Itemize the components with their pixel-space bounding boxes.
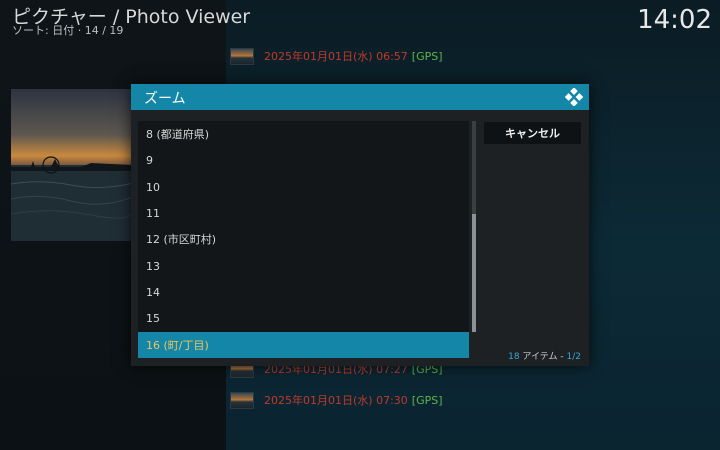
position-counter: 14 / 19 [84,24,124,37]
zoom-option[interactable]: 9 [138,147,469,173]
dialog-title: ズーム [144,91,186,107]
sort-info: ソート: 日付 · 14 / 19 [12,22,123,38]
item-count: 18 アイテム - 1/2 [508,349,581,362]
photo-date: 2025年01月01日(水) 06:57 [264,50,408,63]
kodi-logo-icon [565,88,583,106]
dialog-header: ズーム [131,84,589,110]
cancel-button[interactable]: キャンセル [484,122,581,144]
photo-thumbnail [230,47,254,65]
zoom-option[interactable]: 15 [138,305,469,331]
zoom-dialog: ズーム 8 (都道府県) 9 10 11 12 (市区町村) 13 14 15 … [131,84,589,366]
zoom-option[interactable]: 14 [138,279,469,305]
zoom-options-list: 8 (都道府県) 9 10 11 12 (市区町村) 13 14 15 16 (… [138,121,469,358]
zoom-option[interactable]: 8 (都道府県) [138,121,469,147]
zoom-option-selected[interactable]: 16 (町/丁目) [138,332,469,358]
list-item[interactable]: 2025年01月01日(水) 06:57 [GPS] [230,45,443,67]
item-count-label: アイテム [522,352,558,362]
zoom-option[interactable]: 10 [138,174,469,200]
photo-thumbnail [230,391,254,409]
zoom-option[interactable]: 12 (市区町村) [138,226,469,252]
list-scrollbar[interactable] [472,121,476,332]
separator-dot: · [77,24,85,37]
clock: 14:02 [637,5,712,35]
scrollbar-thumb[interactable] [472,214,476,332]
page-indicator: 1/2 [566,352,581,362]
zoom-option[interactable]: 13 [138,253,469,279]
photo-date: 2025年01月01日(水) 07:30 [264,394,408,407]
sort-label: ソート: 日付 [12,24,75,37]
selected-photo-thumbnail [11,89,133,241]
item-count-number: 18 [508,352,520,362]
gps-tag: [GPS] [411,393,443,407]
zoom-option[interactable]: 11 [138,200,469,226]
list-item[interactable]: 2025年01月01日(水) 07:30 [GPS] [230,389,443,411]
gps-tag: [GPS] [411,49,443,63]
